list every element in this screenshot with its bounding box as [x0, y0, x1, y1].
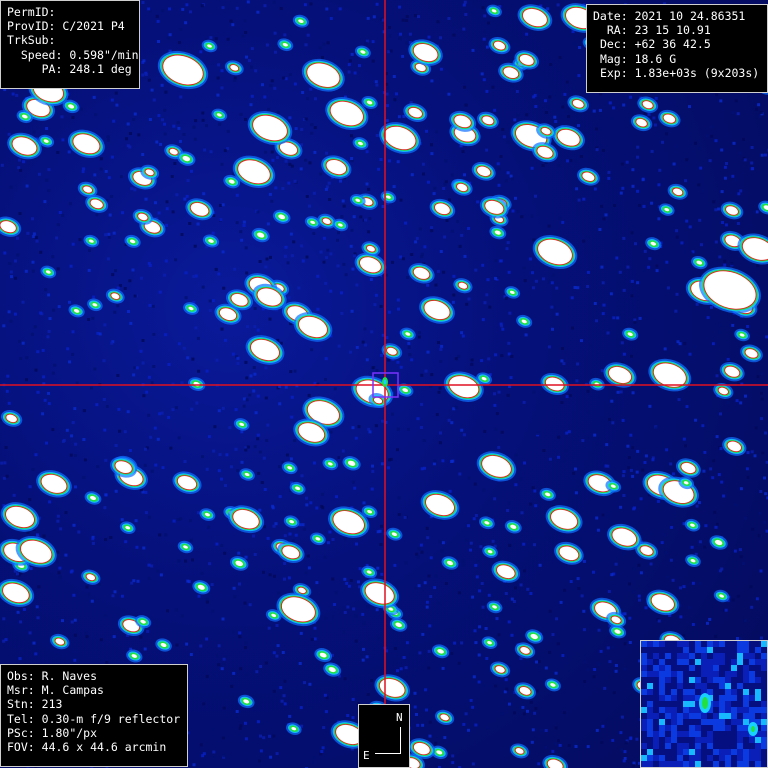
msr-label: Msr: [7, 683, 35, 698]
tel-value: 0.30-m f/9 reflector [41, 711, 181, 726]
trksub-label: TrkSub: [7, 33, 56, 48]
compass-rose: N E [358, 704, 410, 768]
zoom-inset [640, 640, 768, 768]
east-arrow [375, 753, 401, 754]
observer-info-panel: Obs: R. Naves Msr: M. Campas Stn: 213 Tel: … [0, 664, 188, 767]
fov-label: FOV: [7, 740, 35, 755]
psc-value: 1.80"/px [41, 725, 98, 740]
provid-label: ProvID: [7, 19, 56, 34]
stn-label: Stn: [7, 697, 35, 712]
dec-label: Dec: [599, 37, 628, 52]
provid-value: C/2021 P4 [62, 19, 125, 34]
tel-label: Tel: [7, 711, 35, 726]
zoom-inset-image [641, 641, 767, 767]
stn-value: 213 [41, 697, 63, 712]
speed-label: Speed: [20, 47, 63, 62]
fov-value: 44.6 x 44.6 arcmin [41, 740, 167, 755]
object-info-panel: PermID: ProvID: C/2021 P4 TrkSub: Speed: … [0, 0, 140, 89]
dec-value: +62 36 42.5 [634, 37, 711, 52]
exp-value: 1.83e+03s (9x203s) [634, 65, 760, 80]
astronomical-image: PermID: ProvID: C/2021 P4 TrkSub: Speed: … [0, 0, 768, 768]
obs-label: Obs: [7, 669, 35, 683]
pa-value: 248.1 deg [69, 61, 132, 76]
speed-value: 0.598"/min [69, 47, 139, 62]
exp-label: Exp: [599, 65, 628, 80]
ra-value: 23 15 10.91 [634, 23, 711, 38]
north-label: N [396, 711, 403, 724]
mag-value: 18.6 G [634, 51, 677, 66]
permid-label: PermID: [7, 5, 56, 19]
mag-label: Mag: [599, 51, 628, 66]
pa-label: PA: [41, 61, 63, 76]
obs-value: R. Naves [41, 669, 98, 683]
date-label: Date: [593, 9, 628, 23]
msr-value: M. Campas [41, 683, 104, 698]
north-arrow [400, 727, 401, 753]
date-value: 2021 10 24.86351 [634, 9, 746, 23]
psc-label: PSc: [7, 725, 35, 740]
ra-label: RA: [606, 23, 628, 38]
east-label: E [363, 749, 370, 762]
observation-info-panel: Date: 2021 10 24.86351 RA: 23 15 10.91 D… [586, 4, 768, 93]
